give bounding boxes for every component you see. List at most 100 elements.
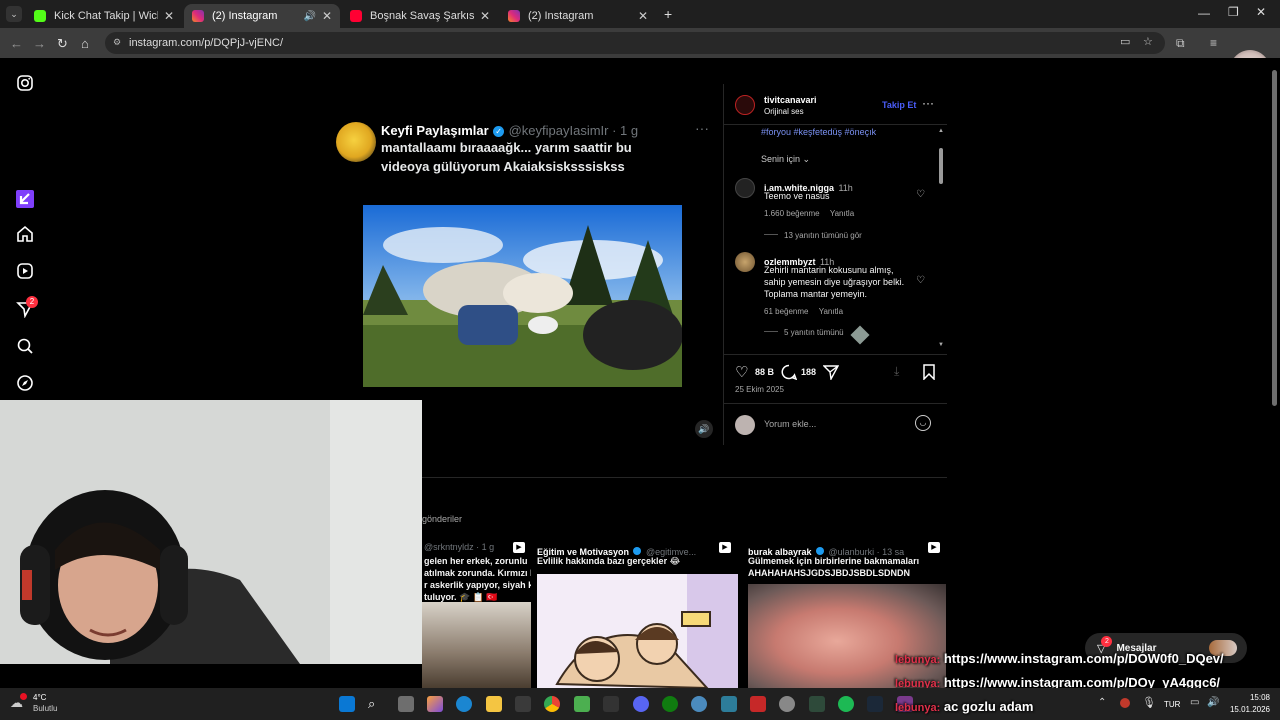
close-tab-icon[interactable]: ✕	[480, 9, 490, 23]
tray-app-icon[interactable]	[1120, 698, 1130, 708]
mute-icon[interactable]: 🔊	[695, 420, 713, 438]
original-audio-label[interactable]: Orijinal ses	[764, 107, 804, 116]
tab-youtube[interactable]: Boşnak Savaş Şarkısı - Bosn... ✕	[342, 4, 498, 28]
extensions-icon[interactable]: ⧉	[1176, 36, 1185, 51]
view-replies[interactable]: 5 yanıtın tümünü	[764, 328, 844, 337]
steam-icon[interactable]	[867, 696, 883, 712]
back-icon[interactable]: ←	[10, 36, 23, 51]
app-icon[interactable]	[750, 696, 766, 712]
messages-badge: 2	[1101, 635, 1113, 647]
home-icon[interactable]: ⌂	[81, 36, 89, 51]
copilot-icon[interactable]	[427, 696, 443, 712]
like-count[interactable]: 88 B	[755, 367, 774, 377]
view-replies[interactable]: 13 yanıtın tümünü gör	[764, 231, 862, 240]
comments-scrollbar[interactable]: ▲ ▼	[938, 128, 944, 350]
reply-link[interactable]: Yanıtla	[830, 209, 854, 218]
language-indicator[interactable]: TUR	[1164, 700, 1180, 709]
page-scrollbar-thumb[interactable]	[1272, 70, 1277, 406]
search-nav-icon[interactable]	[16, 337, 34, 355]
close-tab-icon[interactable]: ✕	[322, 9, 332, 23]
save-bookmark-icon[interactable]	[922, 364, 936, 380]
follow-button[interactable]: Takip Et	[882, 100, 916, 110]
minimize-button[interactable]: —	[1198, 6, 1210, 20]
tab-instagram-2[interactable]: (2) Instagram ✕	[500, 4, 656, 28]
app-icon[interactable]	[691, 696, 707, 712]
home-nav-icon[interactable]	[16, 225, 34, 243]
close-tab-icon[interactable]: ✕	[638, 9, 648, 23]
forward-icon[interactable]: →	[33, 36, 46, 51]
capcut-icon[interactable]	[603, 696, 619, 712]
post-media[interactable]: Keyfi Paylaşımlar ✓ @keyfipayIasimIr · 1…	[323, 84, 723, 445]
tray-chevron-icon[interactable]: ⌃	[1098, 697, 1106, 708]
clock-time[interactable]: 15:08	[1240, 693, 1270, 702]
comment-avatar[interactable]	[735, 252, 755, 272]
youtube-favicon-icon	[350, 10, 362, 22]
store-icon[interactable]	[515, 696, 531, 712]
file-explorer-icon[interactable]	[486, 696, 502, 712]
download-icon[interactable]: ⤓	[894, 364, 899, 379]
explore-nav-icon[interactable]	[16, 374, 34, 392]
comment-input[interactable]: Yorum ekle...	[764, 419, 816, 429]
close-tab-icon[interactable]: ✕	[164, 9, 174, 23]
task-view-icon[interactable]	[398, 696, 414, 712]
app-icon[interactable]	[809, 696, 825, 712]
windows-start-icon[interactable]	[339, 696, 355, 712]
close-window-button[interactable]: ✕	[1256, 5, 1266, 19]
chrome-icon[interactable]	[544, 696, 560, 712]
clock-date[interactable]: 15.01.2026	[1222, 705, 1270, 714]
post-hashtags[interactable]: #foryou #keşfetedüş #öneçık	[761, 127, 876, 137]
comment-count[interactable]: 188	[801, 367, 816, 377]
like-button[interactable]: ♡	[735, 363, 748, 381]
comment-text: Zehirli mantarin kokusunu almış,	[764, 265, 894, 275]
new-tab-button[interactable]: +	[664, 6, 672, 22]
more-options-icon[interactable]: ···	[922, 96, 934, 110]
spotify-icon[interactable]	[838, 696, 854, 712]
url-field[interactable]: ⚙ instagram.com/p/DQPjJ-vjENC/ ▭ ☆	[105, 32, 1165, 54]
microphone-icon[interactable]: 🎙	[1142, 696, 1156, 709]
chat-message: https://www.instagram.com/p/DOW0f0_DQev/	[943, 651, 1224, 666]
sort-dropdown[interactable]: Senin için ⌄	[761, 154, 810, 165]
share-icon[interactable]	[823, 364, 839, 380]
video-frame[interactable]	[363, 205, 682, 387]
tab-kick-chat[interactable]: Kick Chat Takip | Wich ✕	[26, 4, 182, 28]
tab-instagram-active[interactable]: (2) Instagram 🔊 ✕	[184, 4, 340, 28]
weather-widget[interactable]: ☁ 4°C Bulutlu	[10, 692, 70, 716]
tweet-text-line1: mantallaamı bıraaaağk... yarım saattir b…	[381, 140, 632, 155]
minecraft-icon[interactable]	[574, 696, 590, 712]
instagram-logo-icon[interactable]	[16, 74, 34, 92]
app-icon[interactable]	[779, 696, 795, 712]
xbox-icon[interactable]	[662, 696, 678, 712]
reload-icon[interactable]: ↻	[57, 36, 68, 52]
cast-icon[interactable]: ▭	[1120, 35, 1130, 48]
kick-extension-icon[interactable]	[16, 190, 34, 208]
comment-icon[interactable]	[781, 364, 797, 380]
scrollbar-thumb[interactable]	[939, 148, 943, 184]
restore-button[interactable]: ❐	[1228, 5, 1239, 19]
network-icon[interactable]: ▭	[1190, 697, 1199, 708]
site-info-icon[interactable]: ⚙	[113, 37, 121, 48]
app-icon[interactable]	[721, 696, 737, 712]
speaker-icon[interactable]: 🔊	[303, 11, 315, 22]
comment-avatar[interactable]	[735, 178, 755, 198]
post-author-avatar[interactable]	[735, 95, 755, 115]
reply-link[interactable]: Yanıtla	[819, 307, 843, 316]
comment-likes[interactable]: 1.660 beğenme	[764, 209, 820, 218]
reading-list-icon[interactable]: ≡	[1210, 36, 1217, 50]
more-post-card[interactable]: @srkntnyldz · 1 g ▶ gelen her erkek, zor…	[422, 538, 531, 688]
comment-like-icon[interactable]: ♡	[916, 189, 925, 200]
bookmark-star-icon[interactable]: ☆	[1143, 35, 1153, 48]
comment-like-icon[interactable]: ♡	[916, 275, 925, 286]
discord-icon[interactable]	[633, 696, 649, 712]
tab-search-button[interactable]: ⌄	[6, 6, 22, 22]
edge-icon[interactable]	[456, 696, 472, 712]
search-icon[interactable]: ⌕	[368, 696, 384, 712]
url-text: instagram.com/p/DQPjJ-vjENC/	[129, 37, 284, 49]
tab-bar: ⌄ Kick Chat Takip | Wich ✕ (2) Instagram…	[0, 0, 1280, 28]
comment-likes[interactable]: 61 beğenme	[764, 307, 808, 316]
weather-temp: 4°C	[33, 693, 47, 702]
reels-nav-icon[interactable]	[16, 262, 34, 280]
volume-icon[interactable]: 🔊	[1207, 697, 1219, 708]
emoji-icon[interactable]: ◡	[915, 415, 931, 431]
post-author-username[interactable]: tivitcanavari	[764, 95, 817, 105]
more-post-card[interactable]: Eğitim ve Motivasyon @egitimve... ▶ Evli…	[535, 538, 738, 688]
